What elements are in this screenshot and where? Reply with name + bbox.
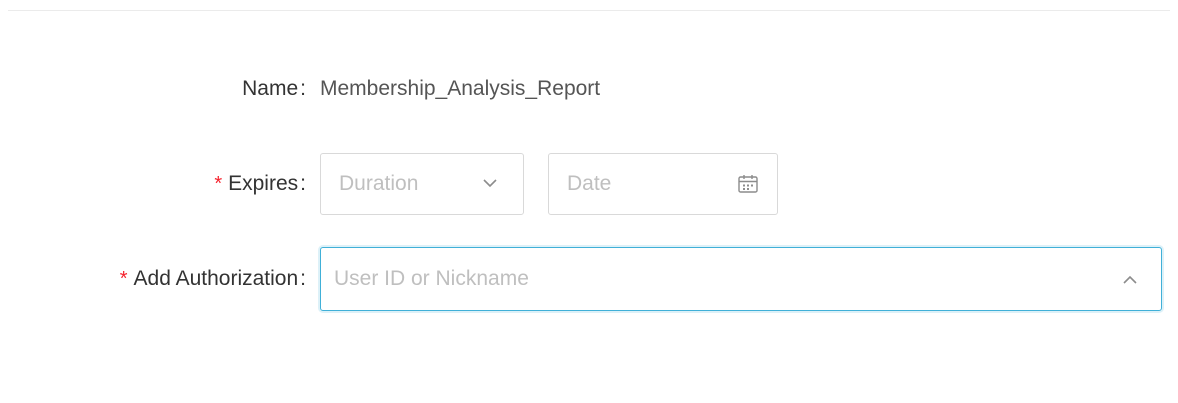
date-placeholder: Date xyxy=(567,171,612,195)
report-name-value: Membership_Analysis_Report xyxy=(320,77,601,100)
authorization-controls xyxy=(320,247,1162,311)
date-picker[interactable]: Date xyxy=(548,152,778,215)
name-label-text: Name xyxy=(242,77,299,100)
name-label: Name: xyxy=(0,77,306,101)
duration-select[interactable]: Duration xyxy=(320,152,524,215)
expires-label: * Expires: xyxy=(0,172,306,196)
calendar-icon xyxy=(737,173,759,195)
name-row: Name: Membership_Analysis_Report xyxy=(0,70,1178,108)
expires-controls: Duration Date xyxy=(320,152,778,215)
expires-label-colon: : xyxy=(300,171,306,195)
chevron-up-icon[interactable] xyxy=(1123,275,1137,284)
authorization-input[interactable] xyxy=(334,267,1123,291)
authorization-select[interactable] xyxy=(320,247,1162,311)
duration-placeholder: Duration xyxy=(339,171,419,195)
share-report-form: Name: Membership_Analysis_Report * Expire… xyxy=(0,0,1178,403)
top-divider xyxy=(8,10,1170,11)
authorization-row: * Add Authorization: xyxy=(0,247,1178,311)
authorization-label-colon: : xyxy=(300,267,306,290)
authorization-label: * Add Authorization: xyxy=(0,267,306,291)
name-label-colon: : xyxy=(300,77,306,100)
required-mark: * xyxy=(119,268,128,290)
expires-label-text: Expires xyxy=(228,171,299,195)
required-mark: * xyxy=(214,172,223,195)
expires-row: * Expires: Duration Date xyxy=(0,152,1178,215)
authorization-label-text: Add Authorization xyxy=(133,267,299,290)
chevron-down-icon xyxy=(483,179,497,188)
